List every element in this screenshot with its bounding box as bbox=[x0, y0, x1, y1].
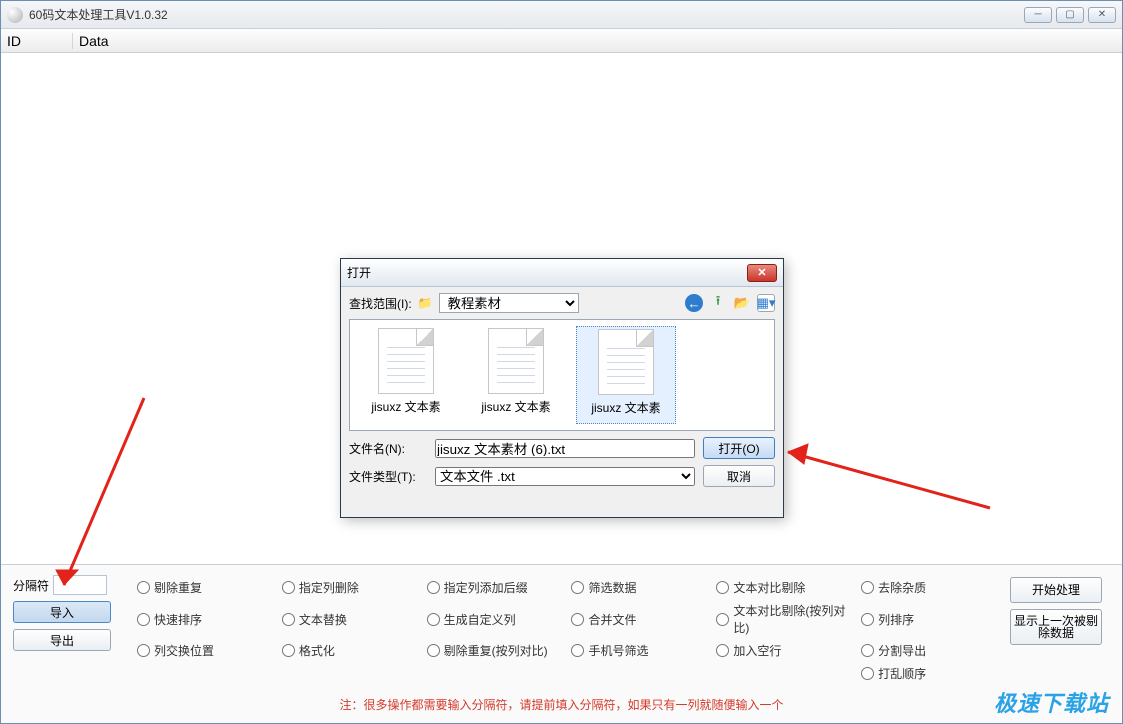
opt-shuffle[interactable]: 打乱顺序 bbox=[861, 665, 996, 682]
window-controls: ─ ▢ ✕ bbox=[1024, 7, 1116, 23]
opt-compare-remove[interactable]: 文本对比剔除 bbox=[716, 579, 851, 596]
window-title: 60码文本处理工具V1.0.32 bbox=[29, 6, 1024, 23]
opt-split-export[interactable]: 分割导出 bbox=[861, 642, 996, 659]
filename-input[interactable] bbox=[435, 439, 695, 458]
folder-icon: 📁 bbox=[418, 296, 433, 310]
dialog-open-button[interactable]: 打开(O) bbox=[703, 437, 775, 459]
file-item-2[interactable]: jisuxz 文本素 bbox=[466, 326, 566, 424]
opt-format[interactable]: 格式化 bbox=[282, 642, 417, 659]
opt-dup-col[interactable]: 剔除重复(按列对比) bbox=[427, 642, 562, 659]
open-dialog: 打开 ✕ 查找范围(I): 📁 教程素材 ← ⭱ 📂 ▦▾ jisuxz 文本素… bbox=[340, 258, 784, 518]
opt-replace[interactable]: 文本替换 bbox=[282, 611, 417, 628]
dialog-controls: 文件名(N): 打开(O) 文件类型(T): 文本文件 .txt 取消 bbox=[341, 431, 783, 493]
document-icon bbox=[598, 329, 654, 395]
opt-compare-col[interactable]: 文本对比剔除(按列对比) bbox=[716, 602, 851, 636]
opt-gen-col[interactable]: 生成自定义列 bbox=[427, 611, 562, 628]
options-grid: 剔除重复 指定列删除 指定列添加后缀 筛选数据 文本对比剔除 去除杂质 快速排序… bbox=[137, 575, 996, 682]
left-controls: 分隔符 导入 导出 bbox=[13, 575, 123, 682]
footer-note: 注：很多操作都需要输入分隔符，请提前填入分隔符，如果只有一列就随便输入一个 bbox=[13, 682, 1110, 719]
dialog-title: 打开 bbox=[347, 264, 747, 281]
file-item-3[interactable]: jisuxz 文本素 bbox=[576, 326, 676, 424]
back-icon[interactable]: ← bbox=[685, 294, 703, 312]
start-button[interactable]: 开始处理 bbox=[1010, 577, 1102, 603]
filename-label: 文件名(N): bbox=[349, 440, 427, 457]
dialog-lookup-row: 查找范围(I): 📁 教程素材 ← ⭱ 📂 ▦▾ bbox=[341, 287, 783, 319]
close-button[interactable]: ✕ bbox=[1088, 7, 1116, 23]
opt-filter[interactable]: 筛选数据 bbox=[571, 579, 706, 596]
opt-merge[interactable]: 合并文件 bbox=[571, 611, 706, 628]
filetype-select[interactable]: 文本文件 .txt bbox=[435, 467, 695, 486]
opt-delete-col[interactable]: 指定列删除 bbox=[282, 579, 417, 596]
document-icon bbox=[378, 328, 434, 394]
maximize-button[interactable]: ▢ bbox=[1056, 7, 1084, 23]
lookup-label: 查找范围(I): bbox=[349, 295, 412, 312]
dialog-titlebar: 打开 ✕ bbox=[341, 259, 783, 287]
opt-swap-col[interactable]: 列交换位置 bbox=[137, 642, 272, 659]
document-icon bbox=[488, 328, 544, 394]
titlebar: 60码文本处理工具V1.0.32 ─ ▢ ✕ bbox=[1, 1, 1122, 29]
show-last-removed-button[interactable]: 显示上一次被剔除数据 bbox=[1010, 609, 1102, 645]
import-button[interactable]: 导入 bbox=[13, 601, 111, 623]
delimiter-input[interactable] bbox=[53, 575, 107, 595]
file-item-1[interactable]: jisuxz 文本素 bbox=[356, 326, 456, 424]
view-menu-icon[interactable]: ▦▾ bbox=[757, 294, 775, 312]
opt-clean[interactable]: 去除杂质 bbox=[861, 579, 996, 596]
dialog-cancel-button[interactable]: 取消 bbox=[703, 465, 775, 487]
column-id-header[interactable]: ID bbox=[1, 33, 73, 49]
app-icon bbox=[7, 7, 23, 23]
right-controls: 开始处理 显示上一次被剔除数据 bbox=[1010, 575, 1110, 682]
opt-col-suffix[interactable]: 指定列添加后缀 bbox=[427, 579, 562, 596]
column-headers: ID Data bbox=[1, 29, 1122, 53]
opt-quick-sort[interactable]: 快速排序 bbox=[137, 611, 272, 628]
up-folder-icon[interactable]: ⭱ bbox=[709, 294, 727, 312]
opt-blank-line[interactable]: 加入空行 bbox=[716, 642, 851, 659]
new-folder-icon[interactable]: 📂 bbox=[733, 294, 751, 312]
minimize-button[interactable]: ─ bbox=[1024, 7, 1052, 23]
dialog-close-button[interactable]: ✕ bbox=[747, 264, 777, 282]
bottom-panel: 分隔符 导入 导出 剔除重复 指定列删除 指定列添加后缀 筛选数据 文本对比剔除… bbox=[1, 564, 1122, 723]
filetype-label: 文件类型(T): bbox=[349, 468, 427, 485]
delimiter-label: 分隔符 bbox=[13, 577, 49, 594]
folder-select[interactable]: 教程素材 bbox=[439, 293, 579, 313]
opt-col-sort[interactable]: 列排序 bbox=[861, 611, 996, 628]
opt-remove-dup[interactable]: 剔除重复 bbox=[137, 579, 272, 596]
watermark-text: 极速下载站 bbox=[994, 686, 1109, 718]
column-data-header[interactable]: Data bbox=[73, 33, 1122, 49]
export-button[interactable]: 导出 bbox=[13, 629, 111, 651]
opt-phone-filter[interactable]: 手机号筛选 bbox=[571, 642, 706, 659]
file-list[interactable]: jisuxz 文本素 jisuxz 文本素 jisuxz 文本素 bbox=[349, 319, 775, 431]
